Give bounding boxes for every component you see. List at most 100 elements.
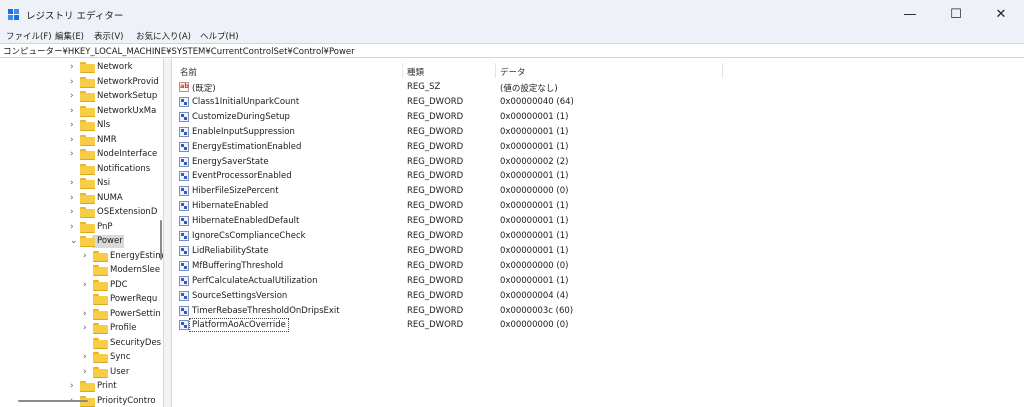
tree-item[interactable]: ⌄ Power xyxy=(0,235,163,249)
chevron-right-icon[interactable]: › xyxy=(70,149,78,159)
chevron-right-icon[interactable]: › xyxy=(83,280,91,290)
tree-item-label[interactable]: NUMA xyxy=(97,193,123,203)
menu-view[interactable]: 表示(V) xyxy=(94,30,123,42)
tree-item-label[interactable]: Network xyxy=(97,62,133,72)
chevron-right-icon[interactable]: › xyxy=(70,178,78,188)
tree-item-label[interactable]: Nls xyxy=(97,120,110,130)
key-tree[interactable]: › Network › NetworkProvid › NetworkSetup › Netw… xyxy=(0,59,163,407)
value-row[interactable]: EnergySaverState REG_DWORD 0x00000002 (2) xyxy=(172,156,1024,171)
tree-item[interactable]: SecurityDes xyxy=(0,337,163,351)
tree-item-label[interactable]: NetworkUxMa xyxy=(97,106,156,116)
chevron-right-icon[interactable]: › xyxy=(83,251,91,261)
chevron-right-icon[interactable]: › xyxy=(83,309,91,319)
value-row[interactable]: PerfCalculateActualUtilization REG_DWORD 0… xyxy=(172,275,1024,290)
value-row[interactable]: HibernateEnabled REG_DWORD 0x00000001 (1) xyxy=(172,200,1024,215)
tree-item[interactable]: › User xyxy=(0,366,163,380)
tree-item[interactable]: › Profile xyxy=(0,322,163,336)
tree-item-label[interactable]: NetworkProvid xyxy=(97,77,159,87)
column-divider[interactable] xyxy=(402,63,403,78)
tree-item-label[interactable]: PowerRequ xyxy=(110,294,157,304)
column-header-data[interactable]: データ xyxy=(500,66,526,78)
maximize-button[interactable]: ☐ xyxy=(933,0,979,29)
value-row[interactable]: EnergyEstimationEnabled REG_DWORD 0x000000… xyxy=(172,141,1024,156)
tree-item[interactable]: › Print xyxy=(0,380,163,394)
tree-item[interactable]: › NetworkProvid xyxy=(0,76,163,90)
menu-help[interactable]: ヘルプ(H) xyxy=(200,30,239,42)
chevron-right-icon[interactable]: › xyxy=(70,222,78,232)
tree-item[interactable]: PowerRequ xyxy=(0,293,163,307)
values-list[interactable]: 名前 種類 データ ab (既定) REG_SZ (値の設定なし) Class1Init… xyxy=(172,59,1024,407)
minimize-button[interactable]: — xyxy=(887,0,933,29)
value-row[interactable]: HiberFileSizePercent REG_DWORD 0x00000000 … xyxy=(172,185,1024,200)
tree-item-label[interactable]: NodeInterface xyxy=(97,149,157,159)
tree-item[interactable]: › PnP xyxy=(0,221,163,235)
tree-item-label[interactable]: Print xyxy=(97,381,117,391)
value-row[interactable]: HibernateEnabledDefault REG_DWORD 0x000000… xyxy=(172,215,1024,230)
tree-item-label[interactable]: Profile xyxy=(110,323,136,333)
tree-item[interactable]: › NMR xyxy=(0,134,163,148)
value-row[interactable]: LidReliabilityState REG_DWORD 0x00000001 (… xyxy=(172,245,1024,260)
chevron-right-icon[interactable]: › xyxy=(70,207,78,217)
chevron-right-icon[interactable]: › xyxy=(70,193,78,203)
column-divider[interactable] xyxy=(495,63,496,78)
chevron-right-icon[interactable]: › xyxy=(70,120,78,130)
value-row[interactable]: Class1InitialUnparkCount REG_DWORD 0x00000… xyxy=(172,96,1024,111)
tree-item[interactable]: › NetworkUxMa xyxy=(0,105,163,119)
chevron-right-icon[interactable]: › xyxy=(70,106,78,116)
menu-edit[interactable]: 編集(E) xyxy=(55,30,84,42)
chevron-right-icon[interactable]: › xyxy=(70,77,78,87)
tree-item-label[interactable]: NMR xyxy=(97,135,117,145)
tree-item[interactable]: › Network xyxy=(0,61,163,75)
column-header-name[interactable]: 名前 xyxy=(180,66,197,78)
tree-item-label[interactable]: Notifications xyxy=(97,164,150,174)
tree-item[interactable]: › EnergyEstim xyxy=(0,250,163,264)
tree-item-label[interactable]: NetworkSetup xyxy=(97,91,157,101)
tree-item[interactable]: › NUMA xyxy=(0,192,163,206)
tree-item-label[interactable]: Sync xyxy=(110,352,131,362)
chevron-right-icon[interactable]: › xyxy=(83,352,91,362)
chevron-right-icon[interactable]: › xyxy=(70,91,78,101)
tree-item-label[interactable]: Power xyxy=(97,236,123,246)
tree-item[interactable]: › Sync xyxy=(0,351,163,365)
column-divider[interactable] xyxy=(722,63,723,78)
tree-item-label[interactable]: PowerSettin xyxy=(110,309,161,319)
tree-item-label[interactable]: PriorityContro xyxy=(97,396,156,406)
menu-file[interactable]: ファイル(F) xyxy=(6,30,52,42)
menu-favorites[interactable]: お気に入り(A) xyxy=(136,30,191,42)
value-row[interactable]: SourceSettingsVersion REG_DWORD 0x00000004… xyxy=(172,290,1024,305)
tree-item-label[interactable]: Nsi xyxy=(97,178,110,188)
address-path[interactable]: コンピューター¥HKEY_LOCAL_MACHINE¥SYSTEM¥Curren… xyxy=(3,45,355,57)
address-bar[interactable]: コンピューター¥HKEY_LOCAL_MACHINE¥SYSTEM¥Curren… xyxy=(0,43,1024,58)
tree-item[interactable]: › PowerSettin xyxy=(0,308,163,322)
tree-item[interactable]: › Nls xyxy=(0,119,163,133)
value-row[interactable]: EnableInputSuppression REG_DWORD 0x0000000… xyxy=(172,126,1024,141)
close-button[interactable]: ✕ xyxy=(978,0,1024,29)
chevron-right-icon[interactable]: › xyxy=(83,323,91,333)
value-row[interactable]: EventProcessorEnabled REG_DWORD 0x00000001… xyxy=(172,170,1024,185)
tree-item-label[interactable]: EnergyEstim xyxy=(110,251,163,261)
value-row[interactable]: CustomizeDuringSetup REG_DWORD 0x00000001 … xyxy=(172,111,1024,126)
column-header-type[interactable]: 種類 xyxy=(407,66,424,78)
tree-item-label[interactable]: User xyxy=(110,367,129,377)
tree-item[interactable]: › NodeInterface xyxy=(0,148,163,162)
chevron-right-icon[interactable]: › xyxy=(70,381,78,391)
tree-item-label[interactable]: SecurityDes xyxy=(110,338,161,348)
chevron-right-icon[interactable]: › xyxy=(70,135,78,145)
value-row[interactable]: PlatformAoAcOverride REG_DWORD 0x00000000 … xyxy=(172,318,1024,334)
tree-item-label[interactable]: OSExtensionD xyxy=(97,207,157,217)
value-row[interactable]: TimerRebaseThresholdOnDripsExit REG_DWORD… xyxy=(172,305,1024,320)
tree-vertical-scrollbar[interactable] xyxy=(160,220,162,260)
chevron-down-icon[interactable]: ⌄ xyxy=(70,236,78,246)
tree-item-label[interactable]: PDC xyxy=(110,280,128,290)
tree-item[interactable]: › PDC xyxy=(0,279,163,293)
tree-item[interactable]: Notifications xyxy=(0,163,163,177)
chevron-right-icon[interactable]: › xyxy=(83,367,91,377)
value-row[interactable]: IgnoreCsComplianceCheck REG_DWORD 0x000000… xyxy=(172,230,1024,245)
tree-item[interactable]: › Nsi xyxy=(0,177,163,191)
tree-horizontal-scrollbar[interactable] xyxy=(18,400,88,402)
chevron-right-icon[interactable]: › xyxy=(70,62,78,72)
tree-item[interactable]: › OSExtensionD xyxy=(0,206,163,220)
value-row[interactable]: MfBufferingThreshold REG_DWORD 0x00000000 … xyxy=(172,260,1024,275)
value-row[interactable]: ab (既定) REG_SZ (値の設定なし) xyxy=(172,81,1024,96)
tree-item[interactable]: ModernSlee xyxy=(0,264,163,278)
